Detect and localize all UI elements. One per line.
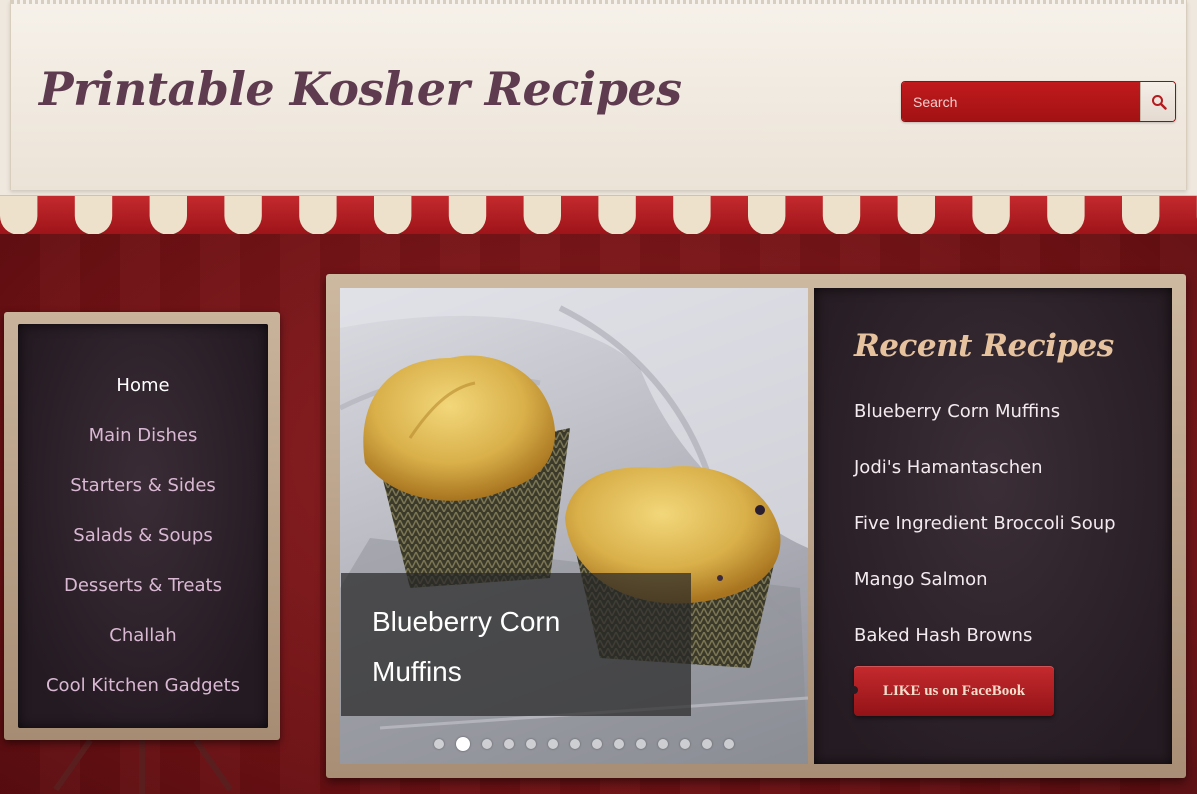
nav-chalkboard-frame: Home Main Dishes Starters & Sides Salads… (4, 312, 280, 740)
awning-stripe (1047, 196, 1085, 234)
site-title[interactable]: Printable Kosher Recipes (39, 62, 682, 116)
recent-recipes-title: Recent Recipes (854, 328, 1114, 364)
awning-stripe (972, 196, 1010, 234)
nav-item-main-dishes[interactable]: Main Dishes (18, 410, 268, 460)
nav-item-desserts-treats[interactable]: Desserts & Treats (18, 560, 268, 610)
recent-recipe-link[interactable]: Jodi's Hamantaschen (854, 439, 1116, 495)
slider-dots (434, 737, 734, 751)
main-nav: Home Main Dishes Starters & Sides Salads… (18, 360, 268, 710)
header-paper: Printable Kosher Recipes (10, 0, 1187, 190)
awning-stripe (0, 196, 38, 234)
awning-stripe (897, 196, 935, 234)
recent-recipe-link[interactable]: Baked Hash Browns (854, 607, 1116, 663)
search-button[interactable] (1140, 82, 1175, 121)
search-icon (1151, 94, 1167, 110)
nav-item-starters-sides[interactable]: Starters & Sides (18, 460, 268, 510)
slider-dot[interactable] (570, 739, 580, 749)
slider-dot[interactable] (680, 739, 690, 749)
recent-recipes-panel: Recent Recipes Blueberry Corn Muffins Jo… (814, 288, 1172, 764)
awning-stripe (598, 196, 636, 234)
recent-recipe-link[interactable]: Blueberry Corn Muffins (854, 383, 1116, 439)
featured-frame: Blueberry Corn Muffins Recent Recipes Bl… (326, 274, 1186, 778)
slider-dot[interactable] (548, 739, 558, 749)
search-box (901, 81, 1176, 122)
nav-item-kitchen-gadgets[interactable]: Cool Kitchen Gadgets (18, 660, 268, 710)
nav-item-salads-soups[interactable]: Salads & Soups (18, 510, 268, 560)
recent-recipes-list: Blueberry Corn Muffins Jodi's Hamantasch… (854, 383, 1116, 663)
slider-dot[interactable] (456, 737, 470, 751)
awning-decoration (0, 196, 1197, 234)
nav-item-home[interactable]: Home (18, 360, 268, 410)
slide-caption[interactable]: Blueberry Corn Muffins (341, 573, 691, 716)
site-header: Printable Kosher Recipes (0, 0, 1197, 196)
recent-recipe-link[interactable]: Mango Salmon (854, 551, 1116, 607)
awning-stripe (74, 196, 113, 234)
awning-scallops (0, 196, 1197, 234)
awning-stripe (1122, 196, 1160, 234)
slider-dot[interactable] (504, 739, 514, 749)
slider-dot[interactable] (434, 739, 444, 749)
slider-dot[interactable] (658, 739, 668, 749)
nav-item-challah[interactable]: Challah (18, 610, 268, 660)
slider-dot[interactable] (636, 739, 646, 749)
awning-stripe (822, 196, 861, 234)
slider-dot[interactable] (724, 739, 734, 749)
facebook-like-button[interactable]: LIKE us on FaceBook (850, 666, 1054, 716)
caption-line-2: Muffins (372, 656, 462, 687)
search-input[interactable] (902, 82, 1140, 121)
awning-stripe (149, 196, 187, 234)
awning-stripe (523, 196, 561, 234)
slider-dot[interactable] (526, 739, 536, 749)
awning-stripe (374, 196, 412, 234)
awning-stripe (673, 196, 711, 234)
slider-dot[interactable] (614, 739, 624, 749)
nav-chalkboard: Home Main Dishes Starters & Sides Salads… (18, 324, 268, 728)
easel-leg-center (139, 738, 145, 794)
awning-stripe (448, 196, 487, 234)
caption-line-1: Blueberry Corn (372, 606, 561, 637)
slider-dot[interactable] (592, 739, 602, 749)
awning-stripe (299, 196, 337, 234)
featured-slide[interactable]: Blueberry Corn Muffins (340, 288, 808, 764)
awning-stripe (224, 196, 262, 234)
slider-dot[interactable] (702, 739, 712, 749)
awning-stripe (748, 196, 786, 234)
slider-dot[interactable] (482, 739, 492, 749)
recent-recipe-link[interactable]: Five Ingredient Broccoli Soup (854, 495, 1116, 551)
